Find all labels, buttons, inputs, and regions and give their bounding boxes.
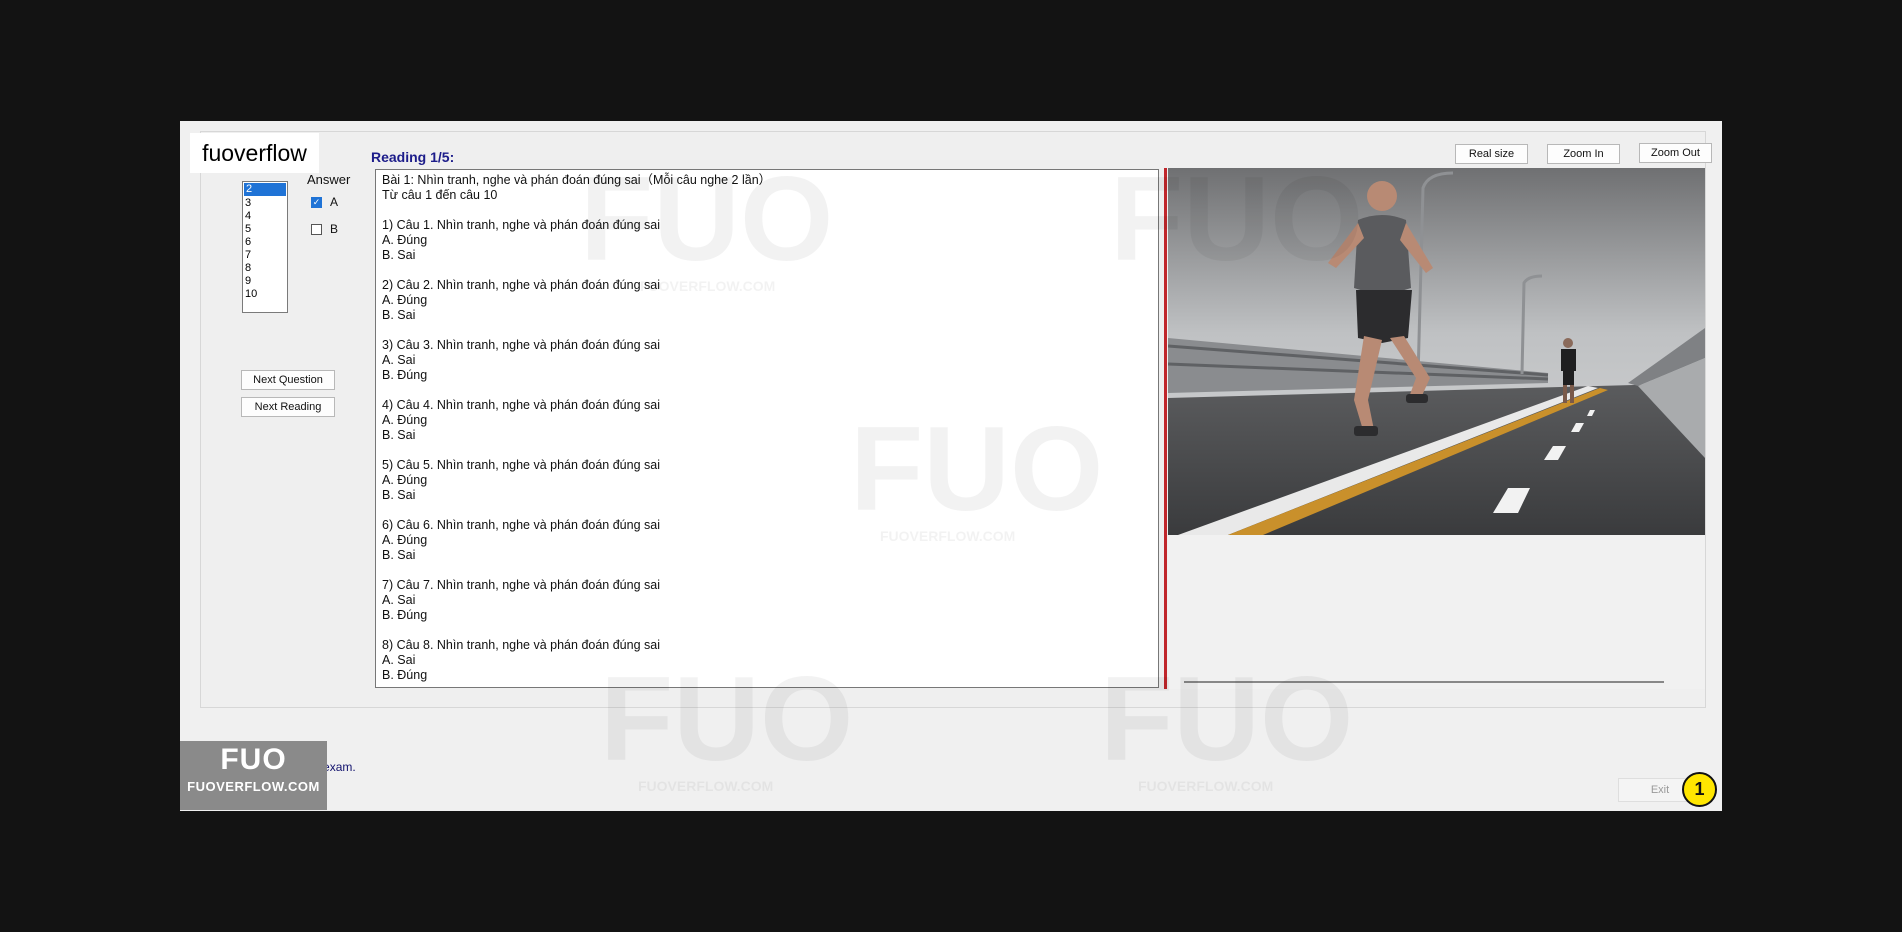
reading-line: B. Sai — [382, 308, 416, 322]
question-item[interactable]: 9 — [243, 275, 287, 288]
reading-line: B. Sai — [382, 548, 416, 562]
image-panel — [1168, 168, 1705, 689]
option-b-checkbox[interactable] — [311, 223, 322, 235]
reading-line: 2) Câu 2. Nhìn tranh, nghe và phán đoán … — [382, 278, 660, 292]
reading-line: B. Sai — [382, 428, 416, 442]
reading-line — [382, 203, 1152, 218]
option-b-label: B — [330, 222, 339, 236]
brand-logo: fuoverflow — [190, 133, 319, 173]
reading-line: B. Đúng — [382, 608, 428, 622]
reading-line: A. Sai — [382, 653, 416, 667]
content-panel: Answer 2 3 4 5 6 7 8 9 10 ✓ A B Next Question Ne… — [200, 131, 1712, 708]
reading-line: 1) Câu 1. Nhìn tranh, nghe và phán đoán … — [382, 218, 660, 232]
zoom-out-button[interactable]: Zoom Out — [1639, 143, 1712, 163]
reading-line: B. Đúng — [382, 668, 428, 682]
question-item[interactable]: 5 — [243, 223, 287, 236]
reading-line — [382, 443, 1152, 458]
reading-line: A. Đúng — [382, 533, 428, 547]
reading-line: B. Đúng — [382, 368, 428, 382]
question-list[interactable]: 2 3 4 5 6 7 8 9 10 — [242, 181, 288, 313]
reading-line: A. Đúng — [382, 473, 428, 487]
panel-splitter[interactable] — [1164, 168, 1167, 689]
option-a[interactable]: ✓ A — [311, 195, 338, 209]
reading-title: Reading 1/5: — [371, 149, 455, 165]
reading-line: 3) Câu 3. Nhìn tranh, nghe và phán đoán … — [382, 338, 660, 352]
reading-line: A. Sai — [382, 593, 416, 607]
step-marker: 1 — [1682, 772, 1717, 807]
reading-line: Bài 1: Nhìn tranh, nghe và phán đoán đún… — [382, 173, 772, 187]
question-item[interactable]: 7 — [243, 249, 287, 262]
option-b[interactable]: B — [311, 222, 338, 236]
runner-photo — [1168, 168, 1705, 535]
reading-line — [382, 623, 1152, 638]
reading-line: B. Sai — [382, 248, 416, 262]
reading-line: 5) Câu 5. Nhìn tranh, nghe và phán đoán … — [382, 458, 660, 472]
reading-line: B. Sai — [382, 488, 416, 502]
question-item[interactable]: 8 — [243, 262, 287, 275]
answer-label: Answer — [307, 172, 351, 187]
next-reading-button[interactable]: Next Reading — [241, 397, 335, 417]
reading-line — [382, 383, 1152, 398]
option-a-checkbox[interactable]: ✓ — [311, 196, 322, 208]
reading-line: 6) Câu 6. Nhìn tranh, nghe và phán đoán … — [382, 518, 660, 532]
image-scrollbar[interactable] — [1184, 681, 1664, 683]
real-size-button[interactable]: Real size — [1455, 144, 1528, 164]
next-question-button[interactable]: Next Question — [241, 370, 335, 390]
question-item[interactable]: 3 — [243, 197, 287, 210]
question-item[interactable]: 4 — [243, 210, 287, 223]
reading-line: 4) Câu 4. Nhìn tranh, nghe và phán đoán … — [382, 398, 660, 412]
reading-line: A. Đúng — [382, 293, 428, 307]
reading-line: 7) Câu 7. Nhìn tranh, nghe và phán đoán … — [382, 578, 660, 592]
badge-site: FUOVERFLOW.COM — [187, 779, 320, 794]
badge-logo: FUO — [220, 743, 287, 776]
reading-line — [382, 563, 1152, 578]
option-a-label: A — [330, 195, 339, 209]
question-item[interactable]: 10 — [243, 288, 287, 301]
reading-line — [382, 263, 1152, 278]
reading-line — [382, 323, 1152, 338]
fuoverflow-badge: FUO FUOVERFLOW.COM — [180, 741, 327, 810]
reading-textbox[interactable]: Bài 1: Nhìn tranh, nghe và phán đoán đún… — [375, 169, 1159, 688]
reading-line: 8) Câu 8. Nhìn tranh, nghe và phán đoán … — [382, 638, 660, 652]
reading-line: Từ câu 1 đến câu 10 — [382, 188, 498, 202]
question-item[interactable]: 6 — [243, 236, 287, 249]
question-item[interactable]: 2 — [244, 183, 286, 196]
reading-line: A. Sai — [382, 353, 416, 367]
reading-line: A. Đúng — [382, 233, 428, 247]
exam-window: Answer 2 3 4 5 6 7 8 9 10 ✓ A B Next Question Ne… — [180, 121, 1722, 811]
reading-line — [382, 503, 1152, 518]
zoom-in-button[interactable]: Zoom In — [1547, 144, 1620, 164]
reading-line: A. Đúng — [382, 413, 428, 427]
